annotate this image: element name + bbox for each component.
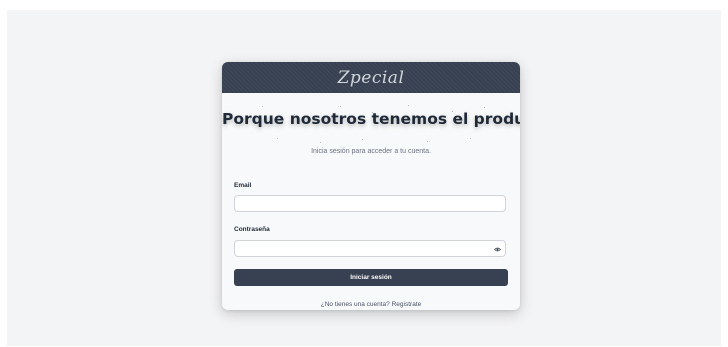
card-header: Zpecial xyxy=(222,62,520,93)
page-subtitle: Inicia sesión para acceder a tu cuenta. xyxy=(311,148,431,155)
page-title: Porque nosotros tenemos el producto xyxy=(222,110,520,128)
login-button[interactable]: Iniciar sesión xyxy=(234,269,508,286)
email-label: Email xyxy=(234,182,252,189)
register-prompt: ¿No tienes una cuenta? Registrate xyxy=(222,301,520,308)
page-background: Zpecial Porque nosotros tenemos el produ… xyxy=(7,10,721,346)
eye-icon[interactable] xyxy=(494,247,501,252)
login-card: Zpecial Porque nosotros tenemos el produ… xyxy=(222,62,520,310)
email-field[interactable] xyxy=(234,195,506,212)
register-link[interactable]: Registrate xyxy=(392,301,422,308)
brand-logo: Zpecial xyxy=(337,67,405,88)
password-label: Contraseña xyxy=(234,226,270,233)
password-field[interactable] xyxy=(234,240,506,257)
register-prompt-text: ¿No tienes una cuenta? xyxy=(320,301,390,308)
